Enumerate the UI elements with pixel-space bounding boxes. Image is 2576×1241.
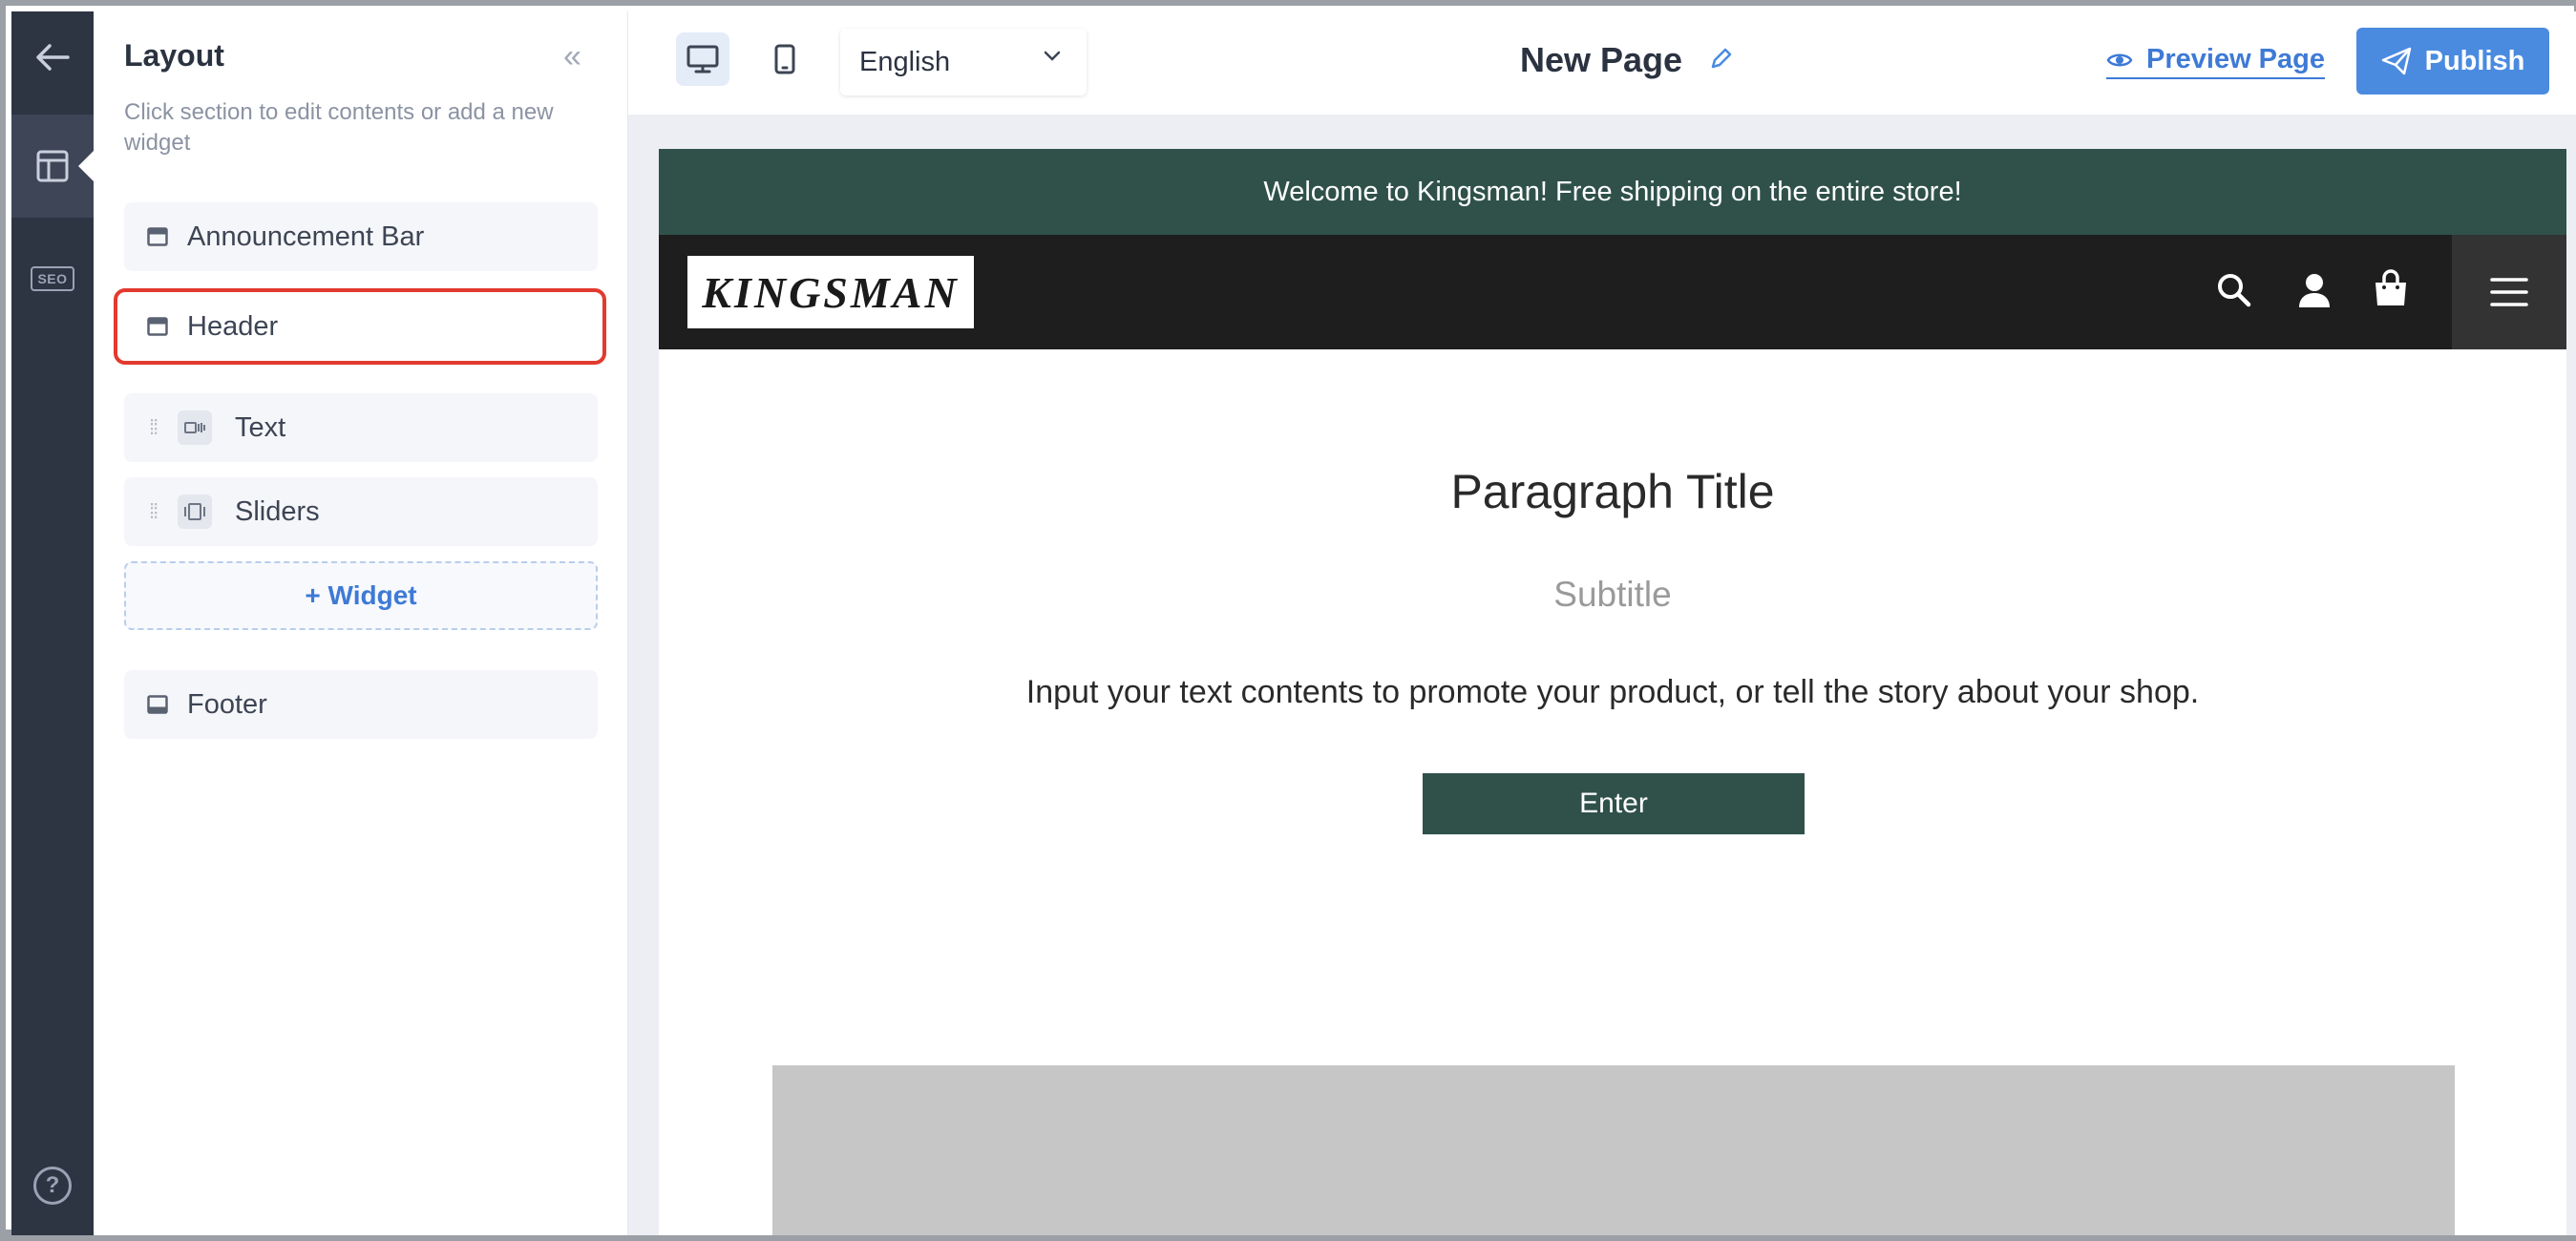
layout-icon [36,150,69,182]
app-window: SEO ? Layout « Click section to edit con… [0,0,2576,1241]
top-toolbar: English New Page Preview Page Publish [628,11,2576,115]
menu-button[interactable] [2452,235,2566,349]
publish-button[interactable]: Publish [2356,28,2549,95]
announcement-text: Welcome to Kingsman! Free shipping on th… [1263,176,1962,207]
widget-label: Text [235,411,286,443]
publish-label: Publish [2424,45,2525,76]
section-header[interactable]: Header [114,288,606,365]
panel-title: Layout [124,38,224,73]
mobile-icon [774,44,795,74]
enter-label: Enter [1579,788,1648,819]
widget-item-text[interactable]: ⁞⁞ Text [124,393,598,462]
shopping-bag-icon [2375,269,2406,305]
collapse-panel-icon[interactable]: « [563,40,581,73]
section-announcement-bar[interactable]: Announcement Bar [124,202,598,271]
widget-label: Sliders [235,495,320,527]
send-icon [2381,47,2411,75]
site-header[interactable]: KINGSMAN [659,235,2566,349]
site-preview[interactable]: Welcome to Kingsman! Free shipping on th… [659,149,2566,1235]
user-icon [2299,274,2330,307]
help-icon: ? [33,1167,72,1205]
enter-button[interactable]: Enter [1423,773,1805,834]
icon-rail: SEO ? [11,11,94,1235]
language-select[interactable]: English [840,29,1087,95]
mobile-view-button[interactable] [758,32,812,86]
section-label: Footer [187,688,267,720]
drag-handle-icon[interactable]: ⁞⁞ [149,501,162,522]
layout-panel: Layout « Click section to edit contents … [94,11,628,1235]
section-top-icon [147,317,168,336]
editor-canvas: Welcome to Kingsman! Free shipping on th… [628,115,2576,1235]
search-icon [2218,274,2251,307]
section-footer[interactable]: Footer [124,670,598,739]
section-label: Announcement Bar [187,221,425,252]
preview-label: Preview Page [2146,44,2325,74]
paragraph-subtitle: Subtitle [1553,575,1672,614]
hamburger-menu-icon [2490,278,2528,306]
paragraph-body: Input your text contents to promote your… [1025,674,2200,710]
slider-widget-icon [178,494,212,529]
section-top-icon [147,227,168,246]
language-value: English [859,46,951,77]
preview-page-link[interactable]: Preview Page [2106,44,2325,79]
section-label: Header [187,310,279,342]
chevron-down-icon [1044,51,1061,61]
add-widget-button[interactable]: + Widget [124,561,598,630]
section-bottom-icon [147,695,168,714]
eye-icon [2106,53,2133,66]
paragraph-title: Paragraph Title [1450,465,1775,518]
site-logo: KINGSMAN [687,256,974,328]
desktop-icon [686,45,719,74]
text-widget-icon [178,410,212,445]
slider-placeholder[interactable] [772,1065,2455,1235]
seo-tab[interactable]: SEO [11,227,94,330]
drag-handle-icon[interactable]: ⁞⁞ [149,417,162,438]
page-title: New Page [1520,40,1683,79]
pencil-icon[interactable] [1709,46,1734,71]
layout-tab[interactable] [11,115,94,218]
widget-item-sliders[interactable]: ⁞⁞ Sliders [124,477,598,546]
panel-hint: Click section to edit contents or add a … [124,99,554,156]
back-button[interactable] [11,11,94,103]
help-button[interactable]: ? [11,1138,94,1233]
desktop-view-button[interactable] [676,32,729,86]
seo-icon: SEO [31,266,74,291]
announcement-bar[interactable]: Welcome to Kingsman! Free shipping on th… [659,149,2566,235]
arrow-left-icon [36,44,70,71]
